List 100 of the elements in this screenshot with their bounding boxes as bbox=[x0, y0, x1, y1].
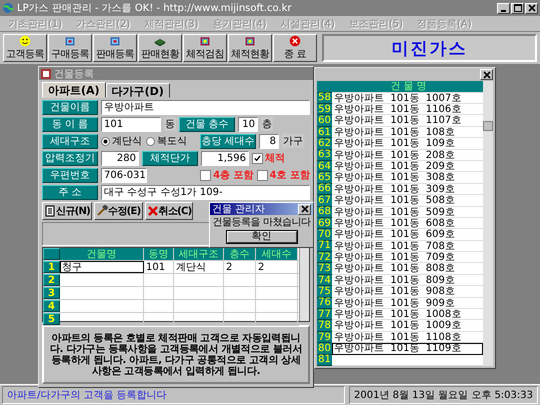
list-row[interactable]: 우방아파트 101동 608호 bbox=[332, 218, 483, 230]
list-row[interactable]: 우방아파트 101동 308호 bbox=[332, 172, 483, 184]
row-number: 3 bbox=[43, 287, 60, 299]
close-button[interactable] bbox=[525, 2, 538, 14]
unit-label: 층 bbox=[261, 117, 273, 131]
list-row[interactable]: 우방아파트 101동 709호 bbox=[332, 252, 483, 264]
hammer-icon bbox=[96, 205, 108, 217]
maximize-button[interactable] bbox=[511, 2, 524, 14]
window-title: 건물등록 bbox=[54, 68, 94, 80]
dong-field[interactable]: 101 bbox=[101, 116, 161, 132]
radio-option[interactable]: 계단식 bbox=[101, 134, 142, 148]
building-name-field[interactable]: 우방아파트 bbox=[101, 100, 310, 114]
list-row[interactable]: 우방아파트 101동 508호 bbox=[332, 195, 483, 207]
row-number: 68 bbox=[317, 206, 332, 218]
row-number: 79 bbox=[317, 332, 332, 344]
window-icon bbox=[41, 68, 51, 78]
regulator-field[interactable]: 280 bbox=[101, 150, 139, 166]
column-header: 건물명 bbox=[60, 248, 144, 260]
toolbar-button[interactable]: 종 료 bbox=[273, 34, 317, 62]
list-row[interactable]: 우방아파트 101동 208호 bbox=[332, 150, 483, 161]
row-number: 76 bbox=[317, 298, 332, 310]
radio-option[interactable]: 복도식 bbox=[146, 134, 187, 148]
field-label: 건물이름 bbox=[42, 100, 98, 114]
row-number: 58 bbox=[317, 92, 332, 104]
column-header: 건 물 명 bbox=[332, 81, 483, 93]
scroll-bar[interactable] bbox=[299, 248, 309, 321]
dialog-title: 건물 관리자 bbox=[212, 203, 266, 216]
tab[interactable]: 다가구(D) bbox=[106, 83, 170, 98]
form-button[interactable]: 신규(N) bbox=[42, 202, 92, 220]
list-row[interactable]: 우방아파트 101동 309호 bbox=[332, 184, 483, 196]
list-row[interactable]: 우방아파트 101동 108호 bbox=[332, 126, 483, 138]
row-number: 62 bbox=[317, 138, 332, 150]
unit-price-field[interactable]: 1,596 bbox=[201, 150, 249, 166]
postal-code-field[interactable]: 706-031 bbox=[101, 168, 147, 182]
toolbar-button[interactable]: 체적검침 bbox=[183, 34, 227, 62]
list-row[interactable]: 우방아파트 101동 1007호 bbox=[332, 92, 483, 104]
close-button[interactable] bbox=[480, 69, 493, 80]
row-number: 65 bbox=[317, 172, 332, 184]
cross-icon bbox=[146, 205, 158, 217]
table-cell: 2 bbox=[256, 261, 298, 273]
row-number: 73 bbox=[317, 263, 332, 275]
table-cell: 계단식 bbox=[174, 261, 224, 273]
list-row[interactable]: 우방아파트 101동 808호 bbox=[332, 263, 483, 275]
grid-corner bbox=[317, 81, 332, 93]
form-button[interactable]: 수정(E) bbox=[94, 202, 142, 220]
list-row[interactable]: 우방아파트 101동 109호 bbox=[332, 138, 483, 150]
row-number: 60 bbox=[317, 115, 332, 127]
field-label: 압력조정기 bbox=[42, 150, 98, 166]
close-icon bbox=[300, 205, 308, 213]
list-row[interactable]: 우방아파트 101동 509호 bbox=[332, 206, 483, 218]
row-number: 63 bbox=[317, 150, 332, 161]
smiley-icon bbox=[18, 35, 32, 47]
document-icon bbox=[44, 205, 56, 217]
minimize-button[interactable] bbox=[497, 2, 510, 14]
list-row[interactable]: 우방아파트 101동 1109호 bbox=[332, 343, 483, 355]
list-row[interactable]: 우방아파트 101동 809호 bbox=[332, 274, 483, 286]
box-icon bbox=[243, 35, 257, 47]
toolbar-button[interactable]: 구매등록 bbox=[48, 34, 92, 62]
list-row[interactable]: 우방아파트 101동 609호 bbox=[332, 229, 483, 241]
column-header: 세대구조 bbox=[174, 248, 224, 260]
unit-label: 가구 bbox=[282, 134, 304, 148]
row-number: 66 bbox=[317, 184, 332, 196]
folder-icon bbox=[108, 35, 122, 47]
field-label: 건물 층수 bbox=[179, 116, 235, 132]
list-row[interactable]: 우방아파트 101동 1009호 bbox=[332, 320, 483, 332]
list-row[interactable]: 우방아파트 101동 1107호 bbox=[332, 115, 483, 127]
row-number: 77 bbox=[317, 309, 332, 320]
scroll-bar[interactable] bbox=[483, 81, 493, 366]
list-row[interactable]: 우방아파트 101동 1108호 bbox=[332, 332, 483, 344]
toolbar-button[interactable]: 판매현황 bbox=[138, 34, 182, 62]
tab[interactable]: 아파트(A) bbox=[42, 82, 106, 98]
grid-corner bbox=[43, 248, 60, 260]
status-message: 아파트/다가구의 고객을 등록합니다 bbox=[2, 386, 346, 404]
toolbar-button[interactable]: 체적현황 bbox=[228, 34, 272, 62]
form-button[interactable]: 취소(C) bbox=[144, 202, 194, 220]
unit-label: 동 bbox=[164, 117, 176, 131]
table-cell: 청구 bbox=[60, 261, 144, 273]
toolbar-button[interactable]: 고객등록 bbox=[3, 34, 47, 62]
row-number: 71 bbox=[317, 240, 332, 252]
table-cell: 101 bbox=[144, 261, 174, 273]
floors-field[interactable]: 10 bbox=[238, 116, 258, 132]
row-number: 72 bbox=[317, 252, 332, 264]
list-row[interactable]: 우방아파트 101동 909호 bbox=[332, 298, 483, 310]
check-icon bbox=[254, 154, 261, 162]
list-row[interactable]: 우방아파트 101동 209호 bbox=[332, 160, 483, 172]
list-row[interactable]: 우방아파트 101동 908호 bbox=[332, 286, 483, 298]
ok-button[interactable]: 확인 bbox=[226, 231, 296, 243]
list-row[interactable]: 우방아파트 101동 708호 bbox=[332, 240, 483, 252]
households-field[interactable]: 8 bbox=[259, 134, 279, 148]
folder-icon bbox=[63, 35, 77, 47]
list-row[interactable]: 우방아파트 101동 1008호 bbox=[332, 309, 483, 320]
maximize-icon bbox=[514, 4, 522, 12]
address-field[interactable]: 대구 수성구 수성1가 109- bbox=[101, 184, 310, 200]
list-row[interactable]: 우방아파트 101동 1106호 bbox=[332, 104, 483, 116]
company-name-panel: 미진가스 bbox=[322, 34, 537, 62]
toolbar-button[interactable]: 판매등록 bbox=[93, 34, 137, 62]
field-label: 체적단가 bbox=[142, 150, 198, 166]
row-number: 69 bbox=[317, 218, 332, 230]
close-button[interactable] bbox=[298, 204, 311, 214]
row-number: 70 bbox=[317, 229, 332, 241]
